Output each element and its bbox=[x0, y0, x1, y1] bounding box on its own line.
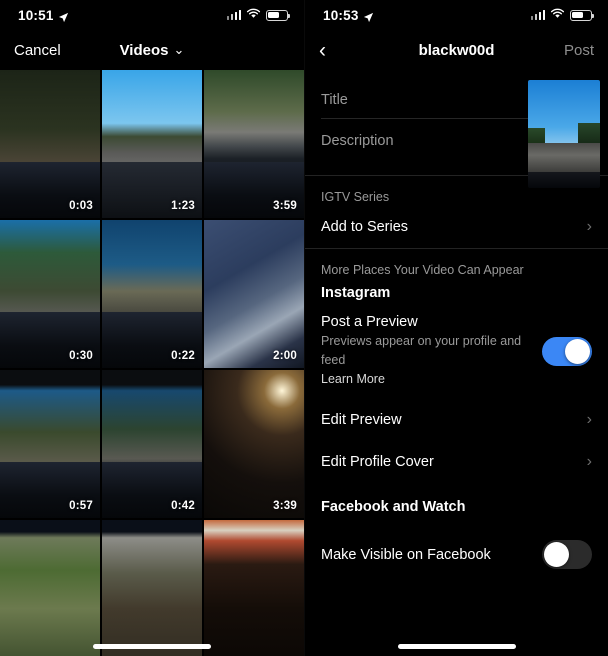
video-cell[interactable] bbox=[0, 520, 100, 656]
status-bar: 10:53 bbox=[305, 0, 608, 30]
more-places-section: More Places Your Video Can Appear Instag… bbox=[305, 249, 608, 303]
wifi-icon bbox=[550, 6, 565, 24]
post-button[interactable]: Post bbox=[564, 42, 594, 59]
video-details-form: Title Description bbox=[305, 70, 608, 175]
status-time: 10:53 bbox=[323, 8, 359, 23]
add-to-series-label: Add to Series bbox=[321, 219, 408, 235]
edit-profile-cover-row[interactable]: Edit Profile Cover › bbox=[305, 441, 608, 483]
video-duration: 0:22 bbox=[171, 350, 195, 362]
post-a-preview-toggle[interactable] bbox=[542, 337, 592, 366]
more-places-header: More Places Your Video Can Appear bbox=[321, 259, 592, 279]
status-left: 10:51 bbox=[18, 8, 69, 23]
video-cell[interactable]: 0:57 bbox=[0, 370, 100, 518]
thumbnail-road bbox=[528, 143, 600, 173]
toggle-knob bbox=[544, 542, 569, 567]
account-name-label: blackw00d bbox=[419, 42, 495, 59]
facebook-watch-header: Facebook and Watch bbox=[321, 493, 592, 517]
video-duration: 3:39 bbox=[273, 500, 297, 512]
video-grid: 0:03 1:23 3:59 0:30 0:22 2:00 bbox=[0, 70, 304, 656]
instagram-header: Instagram bbox=[321, 279, 592, 303]
location-arrow-icon bbox=[363, 10, 374, 21]
back-chevron-icon[interactable]: ‹ bbox=[319, 40, 326, 61]
chevron-down-icon: ⌄ bbox=[174, 42, 185, 58]
right-screen-upload-details: 10:53 ‹ blackw00d Post Title bbox=[304, 0, 608, 656]
title-input[interactable]: Title bbox=[321, 84, 537, 119]
video-cell[interactable] bbox=[204, 520, 304, 656]
make-visible-facebook-label: Make Visible on Facebook bbox=[321, 547, 491, 563]
video-thumbnail bbox=[0, 70, 100, 218]
video-cell[interactable]: 0:30 bbox=[0, 220, 100, 368]
video-thumbnail bbox=[102, 220, 202, 368]
video-duration: 0:57 bbox=[69, 500, 93, 512]
video-duration: 0:03 bbox=[69, 200, 93, 212]
picker-title-label: Videos bbox=[120, 42, 169, 59]
status-bar: 10:51 bbox=[0, 0, 304, 30]
cancel-button[interactable]: Cancel bbox=[14, 42, 61, 59]
left-screen-video-picker: 10:51 Cancel Videos ⌄ bbox=[0, 0, 304, 656]
chevron-right-icon: › bbox=[587, 411, 592, 429]
video-thumbnail bbox=[0, 220, 100, 368]
video-thumbnail bbox=[204, 520, 304, 656]
video-cell[interactable]: 3:59 bbox=[204, 70, 304, 218]
status-left: 10:53 bbox=[323, 8, 374, 23]
status-right bbox=[227, 6, 289, 24]
chevron-right-icon: › bbox=[587, 453, 592, 471]
video-duration: 3:59 bbox=[273, 200, 297, 212]
video-thumbnail bbox=[204, 370, 304, 518]
video-cell[interactable] bbox=[102, 520, 202, 656]
battery-icon bbox=[266, 10, 288, 21]
video-cell[interactable]: 1:23 bbox=[102, 70, 202, 218]
post-a-preview-texts: Post a Preview Previews appear on your p… bbox=[321, 314, 542, 388]
details-nav-bar: ‹ blackw00d Post bbox=[305, 30, 608, 70]
location-arrow-icon bbox=[58, 10, 69, 21]
video-cell[interactable]: 3:39 bbox=[204, 370, 304, 518]
wifi-icon bbox=[246, 6, 261, 24]
video-cell[interactable]: 0:22 bbox=[102, 220, 202, 368]
video-cell[interactable]: 0:03 bbox=[0, 70, 100, 218]
battery-icon bbox=[570, 10, 592, 21]
thumbnail-car-hood bbox=[528, 172, 600, 188]
cellular-signal-icon bbox=[227, 10, 242, 20]
edit-preview-row[interactable]: Edit Preview › bbox=[305, 399, 608, 441]
video-duration: 0:30 bbox=[69, 350, 93, 362]
picker-nav-bar: Cancel Videos ⌄ bbox=[0, 30, 304, 70]
cellular-signal-icon bbox=[531, 10, 546, 20]
make-visible-facebook-toggle[interactable] bbox=[542, 540, 592, 569]
status-time: 10:51 bbox=[18, 8, 54, 23]
status-right bbox=[531, 6, 593, 24]
dual-screenshot-container: 10:51 Cancel Videos ⌄ bbox=[0, 0, 608, 656]
video-thumbnail bbox=[102, 520, 202, 656]
video-duration: 1:23 bbox=[171, 200, 195, 212]
post-a-preview-subtitle: Previews appear on your profile and feed bbox=[321, 332, 542, 370]
post-a-preview-label: Post a Preview bbox=[321, 314, 542, 330]
make-visible-facebook-row[interactable]: Make Visible on Facebook bbox=[305, 529, 608, 580]
edit-profile-cover-label: Edit Profile Cover bbox=[321, 454, 434, 470]
video-duration: 0:42 bbox=[171, 500, 195, 512]
video-thumbnail bbox=[0, 370, 100, 518]
chevron-right-icon: › bbox=[587, 218, 592, 236]
add-to-series-row[interactable]: Add to Series › bbox=[305, 206, 608, 248]
home-indicator[interactable] bbox=[93, 644, 211, 649]
video-thumbnail-preview[interactable] bbox=[528, 80, 600, 188]
video-cell[interactable]: 0:42 bbox=[102, 370, 202, 518]
learn-more-link[interactable]: Learn More bbox=[321, 370, 542, 389]
toggle-knob bbox=[565, 339, 590, 364]
page-title: blackw00d bbox=[305, 42, 608, 59]
igtv-series-header: IGTV Series bbox=[321, 186, 592, 206]
post-a-preview-row[interactable]: Post a Preview Previews appear on your p… bbox=[305, 303, 608, 399]
video-duration: 2:00 bbox=[273, 350, 297, 362]
video-thumbnail bbox=[204, 70, 304, 218]
video-cell[interactable]: 2:00 bbox=[204, 220, 304, 368]
home-indicator[interactable] bbox=[398, 644, 516, 649]
video-thumbnail bbox=[0, 520, 100, 656]
video-thumbnail bbox=[102, 370, 202, 518]
edit-preview-label: Edit Preview bbox=[321, 412, 402, 428]
video-thumbnail bbox=[102, 70, 202, 218]
video-thumbnail bbox=[204, 220, 304, 368]
facebook-section: Facebook and Watch bbox=[305, 483, 608, 517]
